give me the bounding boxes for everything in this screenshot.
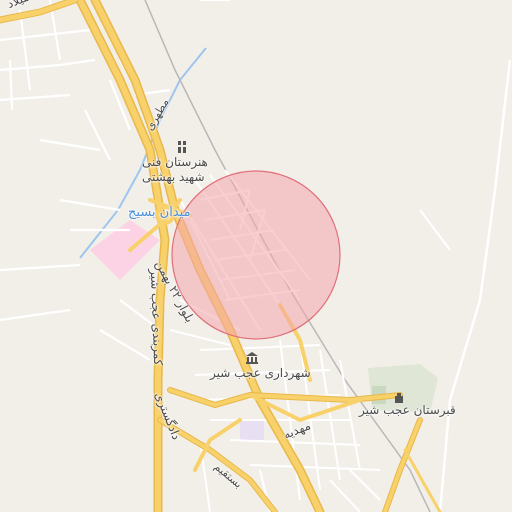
cemetery-icon[interactable] xyxy=(393,392,405,404)
town-hall-icon[interactable] xyxy=(246,352,258,364)
minor-road xyxy=(419,209,451,251)
label-honarestan-2: شهید بهشتی xyxy=(142,170,205,184)
lavender-area xyxy=(240,420,264,440)
map-layer xyxy=(0,0,512,512)
label-qabrestan: قبرستان عجب شیر xyxy=(359,403,456,417)
school-icon[interactable] xyxy=(177,141,189,153)
label-honarestan-1: هنرستان فنی xyxy=(142,155,208,169)
label-shahrdari: شهرداری عجب شیر xyxy=(210,366,311,380)
highlight-circle[interactable] xyxy=(171,170,341,340)
map-canvas[interactable]: شهرک میلاد مطهری هنرستان فنی شهید بهشتی … xyxy=(0,0,512,512)
east-road xyxy=(438,59,512,512)
label-meydan-basij: میدان بسیج xyxy=(128,205,191,220)
